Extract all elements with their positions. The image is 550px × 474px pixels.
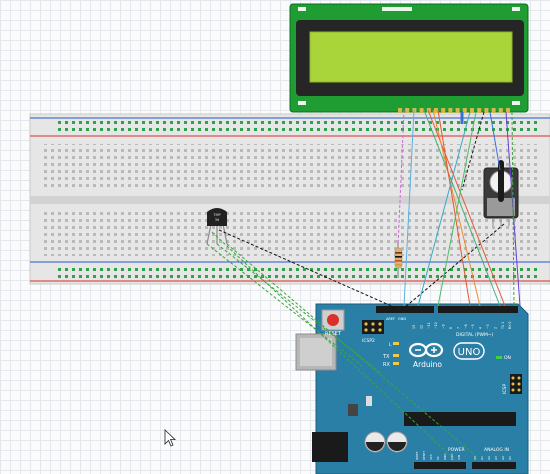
lcd-screen — [309, 31, 513, 83]
digital-pin-label: 8 — [449, 327, 453, 329]
digital-pin-label: ~9 — [442, 324, 446, 329]
breadboard[interactable] — [29, 113, 550, 285]
icsp-header — [510, 374, 522, 394]
lcd-pin[interactable] — [455, 108, 460, 113]
digital-pin-label: 2 — [493, 327, 497, 329]
power-header-label: POWER — [448, 447, 465, 453]
lcd-pin[interactable] — [506, 108, 510, 113]
atmega-chip — [404, 412, 516, 426]
digital-pin-label: 13 — [412, 325, 416, 329]
lcd-pin[interactable] — [419, 108, 424, 113]
digital-pin-label: 12 — [419, 325, 423, 329]
uno-label: UNO — [458, 347, 481, 358]
power-pin-label: 3V3 — [429, 454, 433, 460]
digital-pin-label: ~6 — [464, 324, 468, 329]
digital-pin-label: ~10 — [434, 322, 438, 329]
reset-label: RESET — [325, 331, 342, 337]
digital-pin-label: 4 — [479, 327, 483, 329]
analog-pin-label: A1 — [480, 456, 484, 460]
analog-pin-label: A3 — [494, 456, 498, 460]
sensor-label-line1: TMP — [212, 213, 220, 217]
analog-pin-label: A2 — [487, 456, 491, 460]
lcd-pin[interactable] — [477, 108, 482, 113]
lcd-display[interactable] — [289, 3, 529, 113]
digital-header-left — [376, 306, 434, 313]
circuit-canvas: TMP 36 RESET ICSP2 13 12 ~11 ~10 ~9 8 7 … — [29, 3, 550, 474]
aref-label: AREF — [386, 317, 395, 321]
lcd-pin[interactable] — [491, 108, 496, 113]
digital-pin-label: RX 0 — [508, 322, 512, 329]
lower-terminal-strip — [40, 212, 540, 256]
tx-label: TX — [382, 354, 390, 360]
mouse-cursor-icon — [164, 429, 177, 447]
power-pin-label: RESET — [422, 451, 426, 460]
icsp2-label: ICSP2 — [362, 338, 375, 344]
analog-pin-label: A4 — [501, 456, 505, 460]
analog-pin-label: A5 — [508, 456, 512, 460]
bottom-power-rail-holes — [58, 266, 538, 278]
lcd-pin[interactable] — [470, 108, 474, 113]
analog-header-label: ANALOG IN — [484, 447, 509, 453]
power-pin-label: 5V — [436, 456, 440, 460]
power-header — [414, 462, 466, 469]
power-pin-label: IOREF — [415, 451, 419, 460]
lcd-pin[interactable] — [484, 108, 489, 113]
digital-pin-label: 7 — [456, 327, 460, 329]
power-jack — [312, 432, 348, 462]
digital-header-label: DIGITAL (PWM~) — [456, 332, 494, 338]
lcd-pin[interactable] — [441, 108, 446, 113]
arduino-brand-label: Arduino — [413, 360, 442, 369]
arduino-uno-board[interactable]: RESET ICSP2 13 12 ~11 ~10 ~9 8 7 ~6 ~5 4 ~3 2 TX 1 RX… — [295, 303, 529, 474]
digital-pin-label: ~5 — [471, 324, 475, 329]
gnd-label: GND — [398, 317, 406, 321]
lcd-pin[interactable] — [448, 108, 453, 113]
analog-header — [472, 462, 516, 469]
power-pin-label: GND — [443, 454, 447, 460]
icsp-label: ICSP — [502, 384, 508, 394]
rx-label: RX — [383, 362, 390, 368]
digital-pin-label: ~11 — [427, 322, 431, 329]
power-pin-label: VIN — [457, 455, 461, 460]
lcd-pin[interactable] — [498, 108, 503, 113]
lcd-pin[interactable] — [398, 108, 402, 113]
digital-header-right — [438, 306, 518, 313]
center-channel — [30, 196, 550, 204]
lcd-pin[interactable] — [405, 108, 410, 113]
digital-pin-label: TX 1 — [501, 322, 505, 330]
icsp2-header — [362, 320, 384, 334]
sensor-label-line2: 36 — [215, 218, 219, 222]
on-led-label: ON — [504, 355, 511, 361]
lcd-pin[interactable] — [434, 108, 438, 113]
digital-pin-label: ~3 — [486, 324, 490, 329]
